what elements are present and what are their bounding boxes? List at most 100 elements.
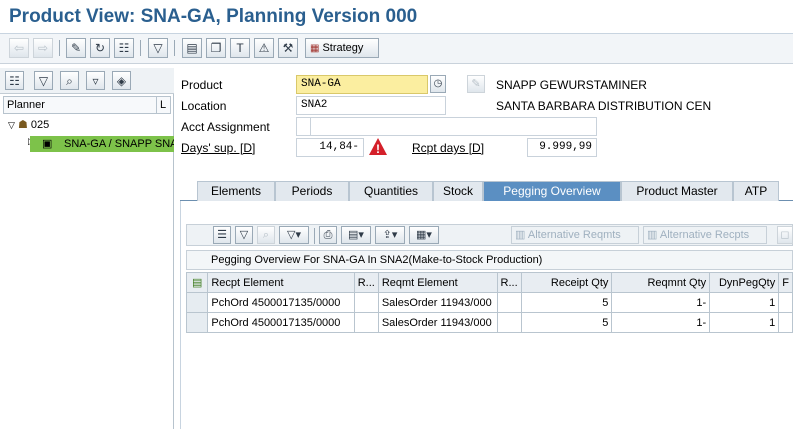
acct-assignment-label: Acct Assignment xyxy=(181,120,270,134)
strategy-icon: ▦ xyxy=(310,43,320,54)
tab-product-master[interactable]: Product Master xyxy=(621,181,733,201)
dynpegqty-cell: 1 xyxy=(709,292,780,313)
table-header-row: ▤ Recpt Element R... Reqmt Element R... … xyxy=(185,272,793,293)
alternative-recpts-button[interactable]: ▥ Alternative Recpts xyxy=(643,226,767,244)
find-icon[interactable]: ⌕ xyxy=(257,226,275,244)
tab-stock[interactable]: Stock xyxy=(433,181,483,201)
tree-node-planner[interactable]: ▽ ☗ 025 xyxy=(8,118,49,131)
row-selector[interactable] xyxy=(185,312,209,333)
column-dynpegqty[interactable]: DynPegQty xyxy=(709,272,780,293)
table-row[interactable]: PchOrd 4500017135/0000 SalesOrder 11943/… xyxy=(185,312,793,333)
toolbar-separator xyxy=(174,40,175,56)
column-r2[interactable]: R... xyxy=(496,272,522,293)
forward-icon[interactable]: ⇨ xyxy=(33,38,53,58)
tree-node-product[interactable]: ▣ SNA-GA / SNAPP SNAPP GEWURSTAMINER xyxy=(30,136,174,152)
copy-icon[interactable]: ❐ xyxy=(206,38,226,58)
hierarchy-icon[interactable]: ☷ xyxy=(114,38,134,58)
column-reqmt-element[interactable]: Reqmt Element xyxy=(377,272,498,293)
refresh-icon[interactable]: ↻ xyxy=(90,38,110,58)
back-icon[interactable]: ⇦ xyxy=(9,38,29,58)
column-reqmnt-qty[interactable]: Reqmnt Qty xyxy=(611,272,711,293)
table-row[interactable]: PchOrd 4500017135/0000 SalesOrder 11943/… xyxy=(185,292,793,313)
alert-icon[interactable]: ⚠ xyxy=(254,38,274,58)
document-icon[interactable]: ▤ xyxy=(182,38,202,58)
planner-group-icon: ☗ xyxy=(17,119,28,131)
filter-menu-icon[interactable]: ▽▾ xyxy=(279,226,309,244)
rcpt-days-field: 9.999,99 xyxy=(527,138,597,157)
location-description: SANTA BARBARA DISTRIBUTION CEN xyxy=(496,99,712,113)
alternative-reqmts-button[interactable]: ▥ Alternative Reqmts xyxy=(511,226,639,244)
print-icon[interactable]: ⎙ xyxy=(319,226,337,244)
alt-recpts-icon: ▥ xyxy=(647,229,658,241)
product-description: SNAPP GEWURSTAMINER xyxy=(496,78,647,92)
window-title: Product View: SNA-GA, Planning Version 0… xyxy=(9,6,418,27)
navigate-icon[interactable]: ◈ xyxy=(112,71,131,90)
column-recpt-element[interactable]: Recpt Element xyxy=(207,272,355,293)
reqmnt-qty-cell: 1- xyxy=(611,292,711,313)
acct-assignment-field[interactable] xyxy=(296,117,311,136)
r1-cell xyxy=(353,312,379,333)
toolbar-separator xyxy=(140,40,141,56)
tree-toolbar: ☷ ▽ ⌕ ▿ ◈ xyxy=(0,68,174,94)
receipt-qty-cell: 5 xyxy=(520,292,613,313)
filter-icon[interactable]: ▽ xyxy=(148,38,168,58)
details-icon[interactable]: ☰ xyxy=(213,226,231,244)
column-planner[interactable]: Planner xyxy=(7,99,45,111)
recpt-element-cell: PchOrd 4500017135/0000 xyxy=(207,312,355,333)
tab-atp[interactable]: ATP xyxy=(733,181,779,201)
planner-tree-panel: ☷ ▽ ⌕ ▿ ◈ Planner L ▽ ☗ 025 ▷ ▣ SNA-GA /… xyxy=(0,68,174,429)
tab-pegging-overview[interactable]: Pegging Overview xyxy=(483,181,621,201)
tab-strip: Elements Periods Quantities Stock Peggin… xyxy=(180,181,793,201)
tab-periods[interactable]: Periods xyxy=(275,181,349,201)
acct-assignment-desc-field xyxy=(311,117,597,136)
layout-menu-icon[interactable]: ▤▾ xyxy=(341,226,371,244)
find-icon[interactable]: ⌕ xyxy=(60,71,79,90)
reqmt-element-cell: SalesOrder 11943/000 xyxy=(377,312,498,333)
reqmnt-qty-cell: 1- xyxy=(611,312,711,333)
select-all-icon[interactable]: ▤ xyxy=(185,272,209,293)
days-supply-field: 14,84- xyxy=(296,138,364,157)
product-field[interactable]: SNA-GA xyxy=(296,75,428,94)
r2-cell xyxy=(496,292,522,313)
grid-toolbar: ☰ ▽ ⌕ ▽▾ ⎙ ▤▾ ⇪▾ ▦▾ ▥ Alternative Reqmts… xyxy=(186,224,793,246)
tab-elements[interactable]: Elements xyxy=(197,181,275,201)
lock-icon[interactable]: ◻ xyxy=(777,226,793,244)
receipt-qty-cell: 5 xyxy=(520,312,613,333)
tree-header: Planner L xyxy=(3,96,171,114)
expand-icon[interactable]: ▽ xyxy=(8,120,15,130)
export-menu-icon[interactable]: ⇪▾ xyxy=(375,226,405,244)
f-cell xyxy=(778,312,793,333)
f-cell xyxy=(778,292,793,313)
search-help-icon[interactable]: ◷ xyxy=(430,75,446,93)
grid-title: Pegging Overview For SNA-GA In SNA2(Make… xyxy=(186,250,793,270)
column-f[interactable]: F xyxy=(778,272,793,293)
days-supply-label[interactable]: Days' sup. [D] xyxy=(181,141,255,155)
tree-structure-icon[interactable]: ☷ xyxy=(5,71,24,90)
alert-warning-icon[interactable]: ! xyxy=(368,137,388,157)
column-receipt-qty[interactable]: Receipt Qty xyxy=(520,272,613,293)
rcpt-days-label[interactable]: Rcpt days [D] xyxy=(412,141,484,155)
filter-menu-icon[interactable]: ▿ xyxy=(86,71,105,90)
filter-icon[interactable]: ▽ xyxy=(235,226,253,244)
product-label: Product xyxy=(181,78,223,92)
column-l[interactable]: L xyxy=(156,97,172,113)
toolbar-separator xyxy=(59,40,60,56)
filter-icon[interactable]: ▽ xyxy=(34,71,53,90)
strategy-button[interactable]: ▦ Strategy xyxy=(305,38,379,58)
location-field[interactable]: SNA2 xyxy=(296,96,446,115)
title-bar: Product View: SNA-GA, Planning Version 0… xyxy=(0,0,793,34)
edit-pencil-icon[interactable]: ✎ xyxy=(66,38,86,58)
row-selector[interactable] xyxy=(185,292,209,313)
tools-icon[interactable]: ⚒ xyxy=(278,38,298,58)
edit-product-icon[interactable]: ✎ xyxy=(467,75,485,93)
columns-menu-icon[interactable]: ▦▾ xyxy=(409,226,439,244)
main-toolbar: ⇦ ⇨ ✎ ↻ ☷ ▽ ▤ ❐ T ⚠ ⚒ ▦ Strategy xyxy=(0,34,793,64)
location-label: Location xyxy=(181,99,227,113)
pegging-table: ▤ Recpt Element R... Reqmt Element R... … xyxy=(185,272,793,333)
tab-quantities[interactable]: Quantities xyxy=(349,181,433,201)
column-r1[interactable]: R... xyxy=(353,272,379,293)
svg-text:!: ! xyxy=(376,142,380,156)
r2-cell xyxy=(496,312,522,333)
dynpegqty-cell: 1 xyxy=(709,312,780,333)
header-icon[interactable]: T xyxy=(230,38,250,58)
